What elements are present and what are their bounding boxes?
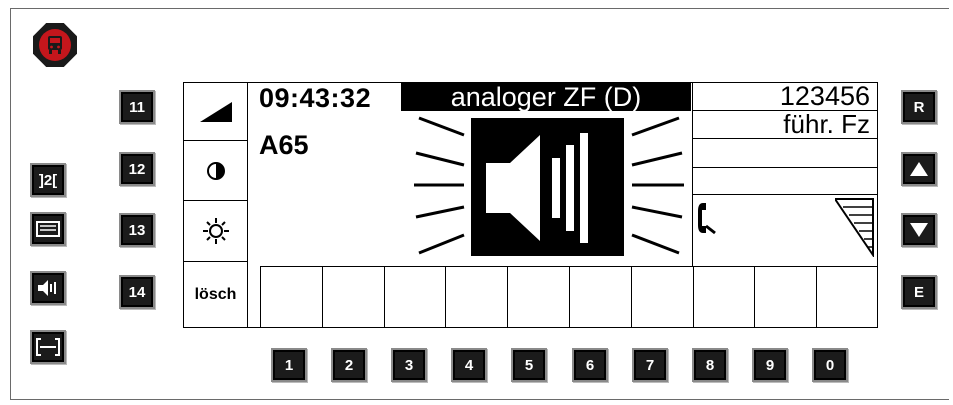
status-row-2 xyxy=(693,168,878,195)
status-panel: 123456 führ. Fz xyxy=(692,81,878,266)
radio-id-row: 123456 xyxy=(693,81,878,111)
digit-key-3[interactable]: 3 xyxy=(391,348,427,382)
arrow-up-icon xyxy=(910,162,928,176)
message-grid xyxy=(260,266,878,328)
message-cell[interactable] xyxy=(816,267,878,328)
brightness-control[interactable] xyxy=(184,201,247,262)
bus-alarm-icon xyxy=(39,29,71,61)
radio-id: 123456 xyxy=(779,81,870,111)
vehicle-role-row: führ. Fz xyxy=(693,109,878,139)
digit-key-0[interactable]: 0 xyxy=(812,348,848,382)
digit-6-label: 6 xyxy=(585,356,595,374)
key-12-label: 12 xyxy=(128,160,146,178)
reset-key-label: R xyxy=(913,98,925,116)
digit-9-label: 9 xyxy=(765,356,775,374)
key-13[interactable]: 13 xyxy=(119,213,155,247)
clear-label: lösch xyxy=(194,285,237,303)
message-cell[interactable] xyxy=(568,267,631,328)
enter-key[interactable]: E xyxy=(901,275,937,309)
contrast-icon xyxy=(206,161,225,180)
message-cell[interactable] xyxy=(754,267,816,328)
arrow-down-icon xyxy=(910,223,928,237)
clock-time: 09:43:32 xyxy=(259,83,372,113)
digit-key-5[interactable]: 5 xyxy=(511,348,547,382)
key-14[interactable]: 14 xyxy=(119,275,155,309)
key-12[interactable]: 12 xyxy=(119,152,155,186)
main-display: lösch 09:43:32 analoger ZF (D) A65 12345… xyxy=(183,81,878,328)
route-code-key[interactable]: ]2[ xyxy=(30,163,66,197)
status-row-1 xyxy=(693,139,878,168)
digit-key-6[interactable]: 6 xyxy=(572,348,608,382)
message-cell[interactable] xyxy=(321,267,384,328)
text-message-key[interactable] xyxy=(30,212,66,246)
digit-key-4[interactable]: 4 xyxy=(451,348,487,382)
digit-5-label: 5 xyxy=(524,356,534,374)
message-cell[interactable] xyxy=(630,267,693,328)
mode-title-bar: analoger ZF (D) xyxy=(401,81,691,112)
digit-2-label: 2 xyxy=(344,356,354,374)
key-13-label: 13 xyxy=(128,221,146,239)
digit-key-7[interactable]: 7 xyxy=(632,348,668,382)
phone-handset-icon xyxy=(698,203,716,235)
reset-key[interactable]: R xyxy=(901,90,937,124)
digit-key-1[interactable]: 1 xyxy=(271,348,307,382)
digit-7-label: 7 xyxy=(645,356,655,374)
speaker-icon xyxy=(38,280,56,296)
key-11-label: 11 xyxy=(129,98,145,116)
contrast-control[interactable] xyxy=(184,141,247,201)
vehicle-role: führ. Fz xyxy=(783,109,870,139)
volume-control[interactable] xyxy=(184,83,247,141)
digit-key-8[interactable]: 8 xyxy=(692,348,728,382)
line-number: A65 xyxy=(259,130,309,160)
down-key[interactable] xyxy=(901,213,937,247)
message-cell[interactable] xyxy=(260,267,322,328)
message-icon xyxy=(36,221,60,237)
loudspeaker-icon xyxy=(414,116,684,256)
span-key[interactable] xyxy=(30,330,66,364)
speaker-key[interactable] xyxy=(30,271,66,305)
digit-key-2[interactable]: 2 xyxy=(331,348,367,382)
digit-3-label: 3 xyxy=(404,356,414,374)
message-cell[interactable] xyxy=(507,267,569,328)
digit-0-label: 0 xyxy=(825,356,835,374)
message-cell[interactable] xyxy=(445,267,507,328)
digit-key-9[interactable]: 9 xyxy=(752,348,788,382)
digit-8-label: 8 xyxy=(705,356,715,374)
message-cell[interactable] xyxy=(692,267,755,328)
up-key[interactable] xyxy=(901,152,937,186)
route-code-label: ]2[ xyxy=(38,171,58,189)
mode-title: analoger ZF (D) xyxy=(450,81,642,112)
brightness-icon xyxy=(202,218,229,244)
enter-key-label: E xyxy=(913,283,924,301)
digit-1-label: 1 xyxy=(284,356,294,374)
key-14-label: 14 xyxy=(128,283,146,301)
volume-ramp-icon xyxy=(199,101,232,122)
signal-strength-icon xyxy=(835,198,874,257)
digit-4-label: 4 xyxy=(464,356,474,374)
message-cell[interactable] xyxy=(383,267,446,328)
clear-button[interactable]: lösch xyxy=(184,262,247,327)
bracket-span-icon xyxy=(36,338,60,356)
key-11[interactable]: 11 xyxy=(119,90,155,124)
display-control-column: lösch xyxy=(184,83,248,327)
